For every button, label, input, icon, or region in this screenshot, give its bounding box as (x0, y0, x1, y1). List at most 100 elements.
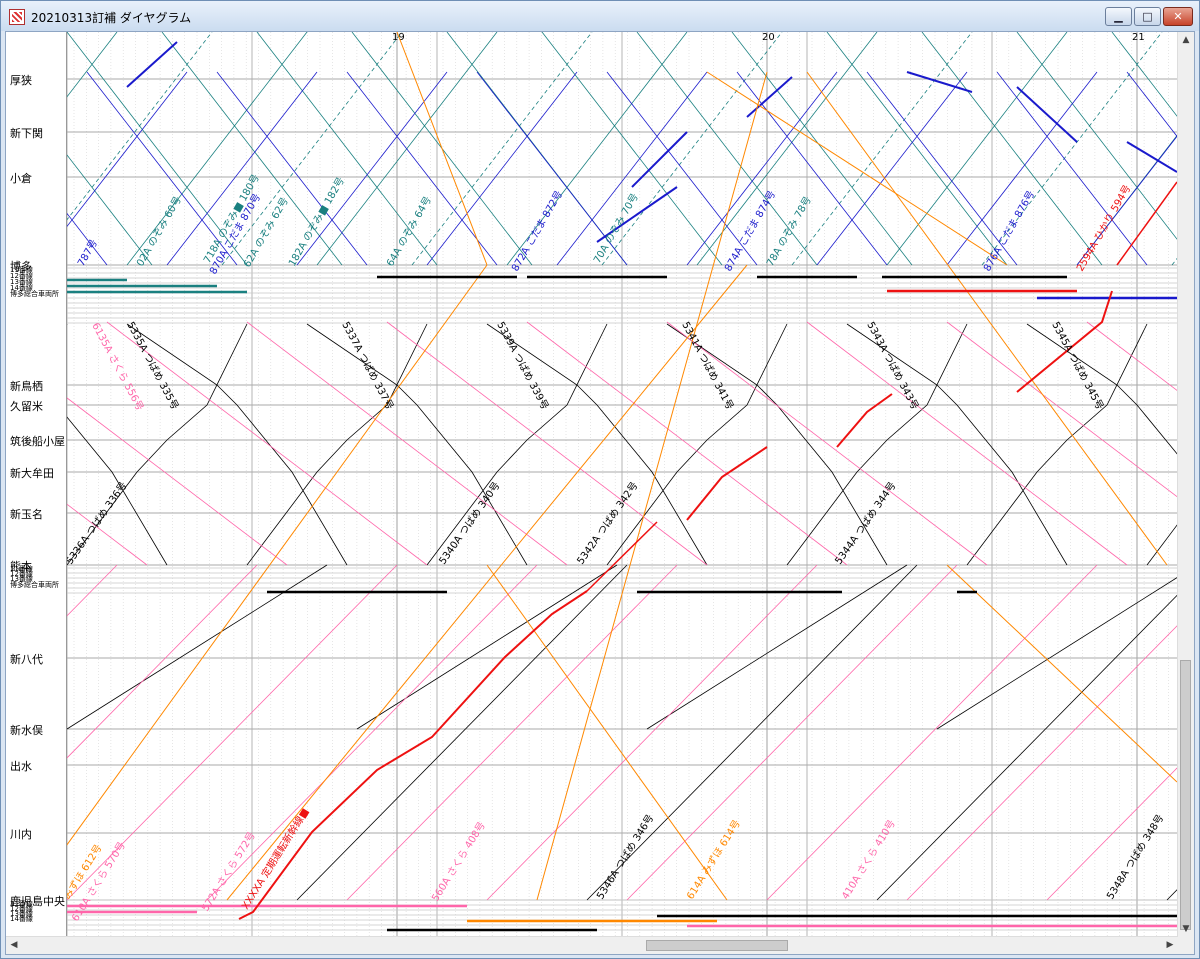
station-label: 出水 (10, 760, 32, 773)
train-label: 02A のぞみ 60号 (134, 194, 184, 268)
horizontal-scroll-thumb[interactable] (646, 940, 788, 951)
nozomi-line (791, 32, 973, 266)
track-label: 博多総合車両所 (10, 290, 59, 298)
tsubame-line (606, 323, 788, 566)
nozomi-line (886, 32, 1068, 266)
tsubame-line (246, 323, 428, 566)
maximize-button[interactable]: □ (1134, 7, 1161, 26)
kodama-line (67, 212, 108, 266)
sakura-line (946, 321, 1177, 498)
kodama-line (166, 71, 318, 266)
station-label: 新鳥栖 (10, 380, 43, 393)
nozomi-line (731, 32, 913, 266)
track-label: 14番線 (10, 915, 33, 923)
scroll-left-arrow-icon[interactable]: ◀ (6, 937, 22, 954)
tsubame-line (1026, 323, 1177, 455)
sakura-line (766, 564, 1098, 901)
scroll-right-arrow-icon[interactable]: ▶ (1162, 937, 1178, 954)
kodama-bold-line (906, 71, 973, 93)
tsubame-line (306, 323, 528, 566)
tsubame-line (1166, 889, 1177, 901)
train-label: 2594A ひかり 594号 (1074, 183, 1133, 274)
scroll-corner (1178, 937, 1194, 954)
kodama-line (996, 71, 1148, 266)
train-label: 5341A つばめ 341号 (679, 320, 735, 412)
station-label: 小倉 (10, 172, 32, 185)
diagram-plot[interactable]: 19 20 21787号 02A のぞみ 60号 718A のぞみ■ 180号870A … (67, 32, 1177, 937)
station-label: 厚狭 (10, 74, 32, 87)
train-label: 64A のぞみ 64号 (384, 194, 434, 268)
sakura-line (626, 564, 958, 901)
train-label: 5348A つばめ 348号 (1104, 812, 1166, 901)
mizuho-line (67, 264, 488, 846)
nozomi-line (1076, 134, 1177, 266)
kodama-line (816, 71, 968, 266)
track-label: 博多総合車両所 (10, 581, 59, 589)
train-label: 5336A つばめ 336号 (67, 480, 130, 567)
tsubame-line (646, 564, 908, 730)
nozomi-line (67, 32, 213, 221)
train-label: 5342A つばめ 342号 (575, 480, 641, 567)
station-label: 新水俣 (10, 724, 43, 737)
tsubame-line (126, 323, 348, 566)
tsubame-line (846, 323, 1068, 566)
train-label: XXXXA 定期運転新幹線■ (239, 806, 312, 912)
sakura-line (386, 321, 708, 566)
kodama-line (946, 71, 1098, 266)
train-label: 787号 (75, 237, 100, 268)
nozomi-line (541, 32, 723, 266)
train-label: 5346A つばめ 346号 (594, 812, 656, 901)
mizuho-line (536, 71, 768, 901)
nozomi-line (411, 32, 593, 266)
sakura-line (206, 564, 538, 901)
train-label: 5337A つばめ 337号 (339, 320, 395, 412)
sakura-line (666, 321, 988, 566)
vertical-scrollbar[interactable]: ▲ ▼ (1177, 32, 1194, 937)
tsubame-line (1146, 524, 1177, 566)
diagram-client-area: 厚狭 新下関 小倉 博多 新鳥栖 久留米 筑後船小屋 新大牟田 新玉名 熊本 新八代 新水俣 出水 川内鹿… (5, 31, 1195, 955)
station-label: 久留米 (10, 400, 43, 413)
hour-label: 20 (762, 32, 775, 43)
station-column: 厚狭 新下関 小倉 博多 新鳥栖 久留米 筑後船小屋 新大牟田 新玉名 熊本 新八代 新水俣 出水 川内鹿… (6, 32, 67, 937)
diagram-window: 20210313訂補 ダイヤグラム ▁ □ ✕ 厚狭 新下関 小倉 博多 新鳥栖 久留米筑… (0, 0, 1200, 959)
train-label: 5340A つばめ 340号 (437, 480, 503, 567)
station-label: 新八代 (10, 653, 43, 666)
train-label: 872A こだま 872号 (509, 189, 565, 274)
nozomi-line (67, 32, 118, 98)
train-label: 5343A つばめ 343号 (864, 320, 920, 412)
station-label: 新大牟田 (10, 467, 54, 480)
scroll-up-arrow-icon[interactable]: ▲ (1178, 32, 1194, 48)
horizontal-scrollbar[interactable]: ◀ ▶ (6, 936, 1178, 954)
kodama-bold-line (1016, 86, 1078, 143)
kodama-line (1076, 135, 1177, 266)
train-label: 876A こだま 876号 (981, 189, 1037, 274)
kodama-line (606, 71, 758, 266)
station-label: 新下関 (10, 127, 43, 140)
station-label: 新玉名 (10, 508, 43, 521)
station-label: 筑後船小屋 (10, 435, 65, 448)
mizuho-line (226, 264, 748, 901)
window-title: 20210313訂補 ダイヤグラム (31, 11, 192, 25)
station-label: 川内 (10, 828, 32, 841)
special-train-line (836, 393, 893, 448)
tsubame-line (876, 594, 1177, 901)
special-train-line (238, 590, 588, 920)
minimize-button[interactable]: ▁ (1105, 7, 1132, 26)
hour-label: 19 (392, 32, 405, 43)
kodama-line (556, 71, 708, 266)
train-label: 410A さくら 410号 (839, 818, 898, 902)
train-label: 5344A つばめ 344号 (833, 480, 899, 567)
train-label: 560A さくら 408号 (429, 820, 488, 904)
vertical-scroll-thumb[interactable] (1180, 660, 1191, 930)
hour-label: 21 (1132, 32, 1145, 43)
special-train-line (686, 446, 768, 521)
nozomi-line (826, 32, 1008, 266)
mizuho-line (946, 564, 1177, 783)
scroll-down-arrow-icon[interactable]: ▼ (1178, 921, 1194, 937)
kodama-line (296, 71, 448, 266)
title-bar[interactable]: 20210313訂補 ダイヤグラム ▁ □ ✕ (1, 1, 1199, 31)
close-button[interactable]: ✕ (1163, 7, 1193, 26)
kodama-bold-line (126, 41, 178, 88)
app-icon[interactable] (9, 9, 25, 25)
mizuho-line (486, 564, 728, 901)
